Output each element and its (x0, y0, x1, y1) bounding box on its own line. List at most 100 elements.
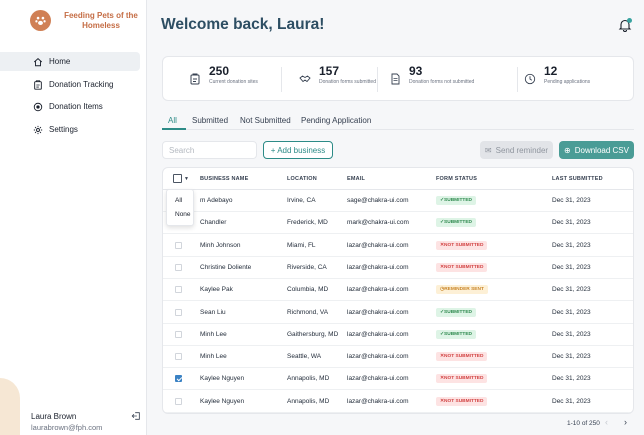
cell-email: sage@chakra-ui.com (347, 197, 409, 204)
chevron-down-icon[interactable]: ▼ (184, 176, 189, 182)
tab-all[interactable]: All (168, 116, 177, 125)
cell-date: Dec 31, 2023 (552, 219, 591, 227)
column-header[interactable]: FORM STATUS (436, 176, 477, 182)
status-text: REMINDER SENT (444, 287, 484, 293)
cell-location: Annapolis, MD (287, 397, 330, 405)
status-badge: ✕ NOT SUBMITTED (436, 240, 488, 250)
row-checkbox[interactable] (175, 330, 182, 338)
add-business-button[interactable]: + Add business (263, 141, 333, 159)
table-row[interactable]: Christine Doliente Riverside, CA lazar@cha… (163, 257, 633, 279)
row-checkbox[interactable] (175, 375, 182, 383)
column-header[interactable]: EMAIL (347, 176, 365, 182)
cell-email: lazar@chakra-ui.com (347, 263, 409, 271)
stat-caption: Donation forms not submitted (409, 79, 475, 85)
download-csv-button[interactable]: ⊕ Download CSV (559, 141, 634, 159)
gear-icon (33, 125, 43, 135)
status-text: NOT SUBMITTED (444, 264, 484, 270)
cell-email: lazar@chakra-ui.com (347, 286, 409, 294)
row-checkbox[interactable] (175, 241, 182, 249)
row-checkbox[interactable] (175, 263, 182, 271)
sidebar-item-home[interactable]: Home (0, 52, 140, 71)
status-badge: ✕ NOT SUBMITTED (436, 374, 488, 384)
status-badge: ✕ NOT SUBMITTED (436, 396, 488, 406)
column-header[interactable]: LAST SUBMITTED (552, 176, 603, 182)
row-checkbox[interactable] (175, 397, 182, 405)
notification-button[interactable] (618, 18, 632, 32)
sidebar-item-donation-items[interactable]: Donation Items (0, 97, 140, 116)
sidebar-item-label: Home (49, 57, 71, 66)
cell-email: lazar@chakra-ui.com (347, 397, 409, 405)
cell-location: Richmond, VA (287, 308, 329, 316)
select-all-checkbox[interactable] (173, 174, 182, 183)
status-text: SUBMITTED (444, 331, 473, 337)
logout-icon[interactable] (131, 411, 141, 421)
stat-caption: Donation forms submitted (319, 79, 376, 85)
tab-pending-application[interactable]: Pending Application (301, 116, 371, 125)
row-checkbox[interactable] (175, 286, 182, 294)
tabs-divider (162, 129, 634, 130)
row-checkbox[interactable] (175, 308, 182, 316)
table-row[interactable]: Minh Lee Seattle, WA lazar@chakra-ui.com De… (163, 346, 633, 369)
cell-name: Minh Lee (200, 330, 227, 338)
cell-name: Christine Doliente (200, 263, 252, 271)
document-icon (391, 73, 400, 85)
column-header[interactable]: BUSINESS NAME (200, 176, 248, 182)
cell-name: m Adebayo (200, 197, 233, 204)
table-row[interactable]: Minh Lee Gaithersburg, MD lazar@chakra-ui.… (163, 324, 633, 346)
business-table: ▼ BUSINESS NAME LOCATION EMAIL FORM STAT… (162, 167, 634, 414)
cell-name: Minh Lee (200, 353, 227, 361)
table-row[interactable]: Sean Liu Richmond, VA lazar@chakra-ui.com D… (163, 302, 633, 324)
status-badge: ✕ NOT SUBMITTED (436, 262, 488, 272)
table-row[interactable]: Chandler Frederick, MD mark@chakra-ui.com D… (163, 212, 633, 235)
cell-date: Dec 31, 2023 (552, 308, 591, 316)
prev-page-button[interactable]: ‹ (605, 417, 608, 427)
status-text: NOT SUBMITTED (444, 376, 484, 382)
stat-caption: Pending applications (544, 79, 591, 85)
status-text: SUBMITTED (444, 309, 473, 315)
cell-date: Dec 31, 2023 (552, 197, 591, 204)
target-icon (33, 102, 43, 112)
mail-icon: ✉ (484, 145, 492, 155)
stat-value: 12 (544, 64, 558, 78)
table-row[interactable]: Kaylee Pak Columbia, MD lazar@chakra-ui.co… (163, 279, 633, 302)
cell-email: mark@chakra-ui.com (347, 219, 409, 227)
user-name: Laura Brown (31, 412, 77, 421)
download-icon: ⊕ (564, 145, 571, 155)
table-row[interactable]: Minh Johnson Miami, FL lazar@chakra-ui.com… (163, 235, 633, 257)
cell-location: Frederick, MD (287, 219, 328, 227)
status-badge: ✓ SUBMITTED (436, 218, 477, 228)
brand[interactable]: Feeding Pets of the Homeless (0, 0, 147, 40)
handshake-icon (299, 75, 311, 83)
stat-value: 93 (409, 64, 423, 78)
divider (281, 67, 282, 92)
sidebar-item-label: Donation Items (49, 102, 103, 111)
cell-location: Annapolis, MD (287, 375, 330, 383)
column-header[interactable]: LOCATION (287, 176, 317, 182)
row-checkbox[interactable] (175, 353, 182, 361)
sidebar-item-donation-tracking[interactable]: Donation Tracking (0, 75, 140, 94)
select-none-option[interactable]: None (175, 211, 191, 218)
search-input[interactable] (162, 141, 257, 159)
status-badge: ✓ SUBMITTED (436, 307, 477, 317)
status-text: SUBMITTED (444, 220, 473, 226)
decorative-blob (0, 378, 20, 435)
select-all-option[interactable]: All (175, 197, 182, 204)
cell-date: Dec 31, 2023 (552, 286, 591, 294)
sidebar: Feeding Pets of the Homeless Home Donati… (0, 0, 147, 435)
cell-email: lazar@chakra-ui.com (347, 353, 409, 361)
divider (517, 67, 518, 92)
notification-dot (627, 18, 632, 23)
page-title: Welcome back, Laura! (161, 16, 325, 33)
next-page-button[interactable]: › (624, 417, 627, 427)
table-row[interactable]: Kaylee Nguyen Annapolis, MD lazar@chakra-u… (163, 368, 633, 391)
tab-submitted[interactable]: Submitted (192, 116, 228, 125)
clock-icon (524, 73, 536, 85)
stat-caption: Current donation sites (209, 79, 258, 85)
tab-not-submitted[interactable]: Not Submitted (240, 116, 291, 125)
table-row[interactable]: Kaylee Nguyen Annapolis, MD lazar@chakra-u… (163, 391, 633, 413)
sidebar-item-settings[interactable]: Settings (0, 120, 140, 139)
table-row[interactable]: m Adebayo Irvine, CA sage@chakra-ui.com Dec… (163, 190, 633, 212)
cell-date: Dec 31, 2023 (552, 263, 591, 271)
cell-location: Miami, FL (287, 241, 316, 249)
send-reminder-button[interactable]: ✉ Send reminder (480, 141, 553, 159)
